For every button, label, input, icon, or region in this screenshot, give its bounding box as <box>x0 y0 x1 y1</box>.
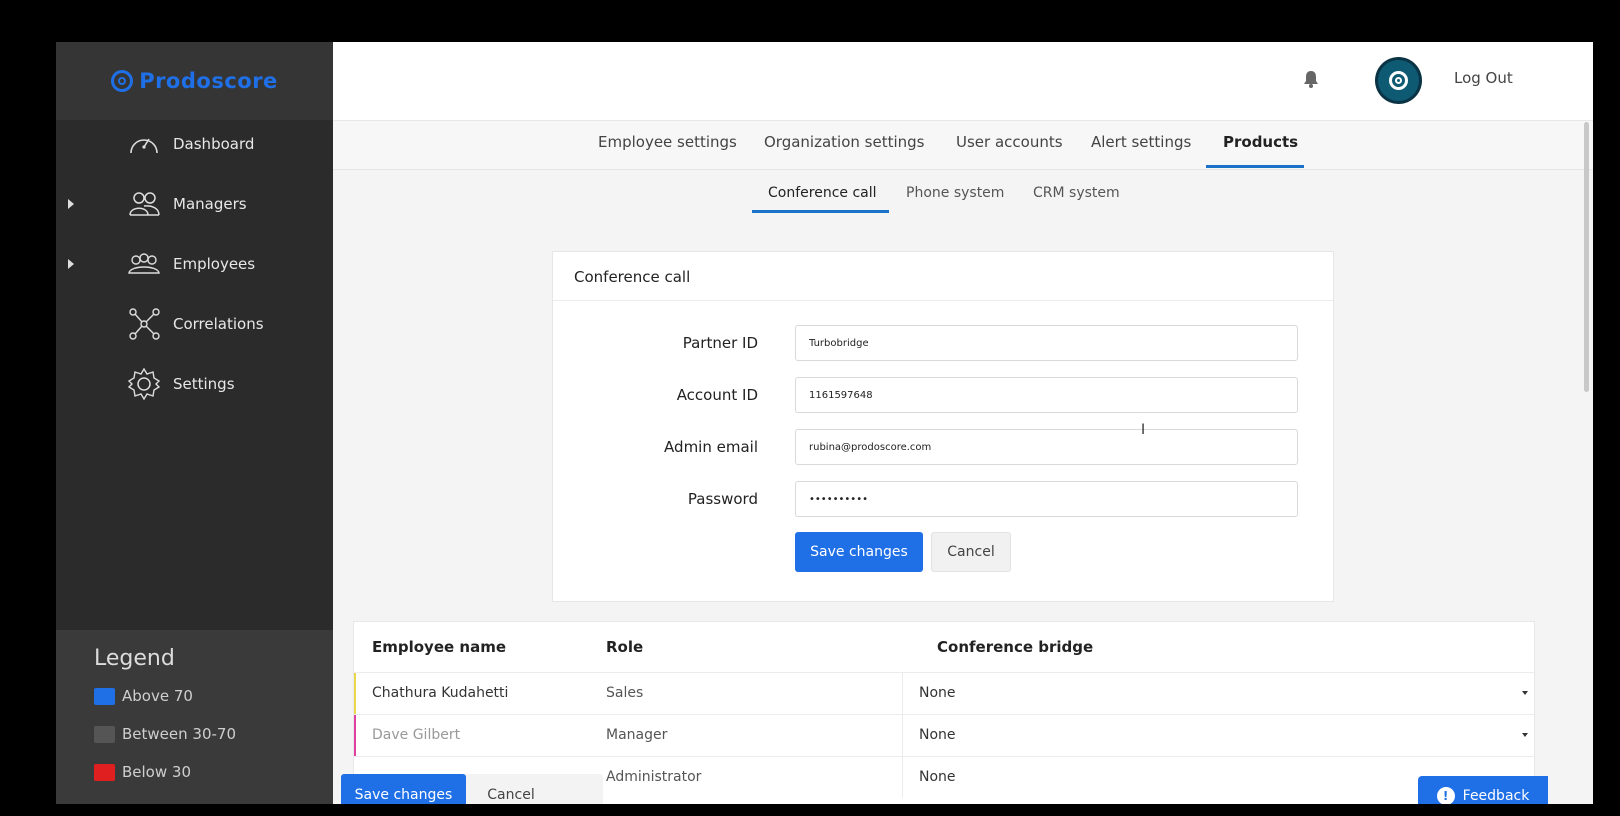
partner-id-input[interactable] <box>795 325 1298 361</box>
subtab-phone-system[interactable]: Phone system <box>906 185 1004 201</box>
conference-call-card: Conference call Partner ID Account ID Ad… <box>552 251 1334 602</box>
app-window: Prodoscore Dashboard Managers Employees <box>56 42 1593 804</box>
floating-action-bar: Save changes Cancel <box>341 774 603 804</box>
legend-label: Between 30-70 <box>122 725 236 743</box>
legend-panel: Legend Above 70 Between 30-70 Below 30 <box>56 630 333 804</box>
conference-bridge-value: None <box>919 685 956 701</box>
row-color-marker <box>354 673 356 715</box>
settings-tabs: Employee settings Organization settings … <box>333 121 1593 170</box>
gear-icon <box>127 367 161 401</box>
sidebar-item-label: Employees <box>173 255 256 273</box>
sidebar: Prodoscore Dashboard Managers Employees <box>56 42 333 804</box>
account-id-input[interactable] <box>795 377 1298 413</box>
active-subtab-indicator <box>752 210 889 213</box>
expand-caret-icon[interactable] <box>68 259 74 269</box>
logout-link[interactable]: Log Out <box>1454 69 1513 87</box>
legend-label: Below 30 <box>122 763 191 781</box>
avatar[interactable] <box>1378 60 1419 101</box>
role-cell: Manager <box>606 727 668 743</box>
subtab-crm-system[interactable]: CRM system <box>1033 185 1120 201</box>
top-header: Log Out <box>333 42 1593 121</box>
sidebar-item-settings[interactable]: Settings <box>56 360 333 408</box>
row-color-marker <box>354 715 356 757</box>
sidebar-item-label: Managers <box>173 195 247 213</box>
password-input[interactable] <box>795 481 1298 517</box>
feedback-button[interactable]: ! Feedback <box>1418 776 1548 804</box>
employee-name-cell: Dave Gilbert <box>372 727 461 743</box>
cancel-button[interactable]: Cancel <box>931 532 1011 572</box>
gauge-icon <box>127 127 161 161</box>
role-cell: Sales <box>606 685 644 701</box>
legend-swatch <box>94 763 115 781</box>
admin-email-label: Admin email <box>664 438 758 456</box>
expand-caret-icon[interactable] <box>68 199 74 209</box>
tab-alert-settings[interactable]: Alert settings <box>1091 133 1191 151</box>
active-tab-indicator <box>1206 165 1304 168</box>
card-header: Conference call <box>553 252 1333 301</box>
sidebar-item-managers[interactable]: Managers <box>56 180 333 228</box>
brand-name: Prodoscore <box>139 69 278 93</box>
table-row: Chathura Kudahetti Sales None <box>354 672 1534 715</box>
admin-email-input[interactable] <box>795 429 1298 465</box>
legend-item-below-30: Below 30 <box>94 763 191 781</box>
main-content: Employee settings Organization settings … <box>333 121 1593 804</box>
role-cell: Administrator <box>606 769 702 785</box>
legend-title: Legend <box>94 646 175 671</box>
bell-icon[interactable] <box>1303 70 1319 92</box>
legend-label: Above 70 <box>122 687 193 705</box>
managers-icon <box>127 187 161 221</box>
bottom-save-button[interactable]: Save changes <box>341 774 466 804</box>
conference-bridge-value: None <box>919 769 956 785</box>
account-id-label: Account ID <box>676 386 758 404</box>
feedback-label: Feedback <box>1462 788 1530 804</box>
bottom-cancel-button[interactable]: Cancel <box>469 776 553 804</box>
sidebar-item-label: Settings <box>173 375 235 393</box>
scrollbar[interactable] <box>1584 122 1589 392</box>
chevron-down-icon <box>1522 691 1528 695</box>
employees-icon <box>127 247 161 281</box>
column-header-conference-bridge: Conference bridge <box>937 638 1094 656</box>
legend-item-between: Between 30-70 <box>94 725 236 743</box>
tab-user-accounts[interactable]: User accounts <box>956 133 1063 151</box>
brand-logo[interactable]: Prodoscore <box>56 42 333 120</box>
sidebar-item-dashboard[interactable]: Dashboard <box>56 120 333 168</box>
column-header-role: Role <box>606 638 644 656</box>
network-icon <box>127 307 161 341</box>
sidebar-item-employees[interactable]: Employees <box>56 240 333 288</box>
card-title: Conference call <box>574 268 691 286</box>
partner-id-label: Partner ID <box>682 334 758 352</box>
conference-bridge-select[interactable]: None <box>902 715 1532 756</box>
legend-item-above-70: Above 70 <box>94 687 193 705</box>
conference-bridge-select[interactable]: None <box>902 673 1532 714</box>
legend-swatch <box>94 687 115 705</box>
sidebar-item-label: Correlations <box>173 315 264 333</box>
tab-organization-settings[interactable]: Organization settings <box>764 133 924 151</box>
table-row: Dave Gilbert Manager None <box>354 714 1534 757</box>
tab-products[interactable]: Products <box>1223 133 1298 151</box>
column-header-employee-name: Employee name <box>372 638 507 656</box>
chevron-down-icon <box>1522 733 1528 737</box>
logo-icon <box>111 70 134 92</box>
legend-swatch <box>94 725 115 743</box>
save-button[interactable]: Save changes <box>795 532 923 572</box>
employee-name-cell: Chathura Kudahetti <box>372 685 509 701</box>
product-subtabs: Conference call Phone system CRM system <box>333 170 1593 224</box>
password-label: Password <box>687 490 758 508</box>
feedback-icon: ! <box>1436 787 1455 804</box>
sidebar-item-label: Dashboard <box>173 135 255 153</box>
tab-employee-settings[interactable]: Employee settings <box>598 133 737 151</box>
conference-bridge-value: None <box>919 727 956 743</box>
sidebar-item-correlations[interactable]: Correlations <box>56 300 333 348</box>
subtab-conference-call[interactable]: Conference call <box>768 185 877 201</box>
text-cursor-icon: I <box>1141 422 1146 438</box>
